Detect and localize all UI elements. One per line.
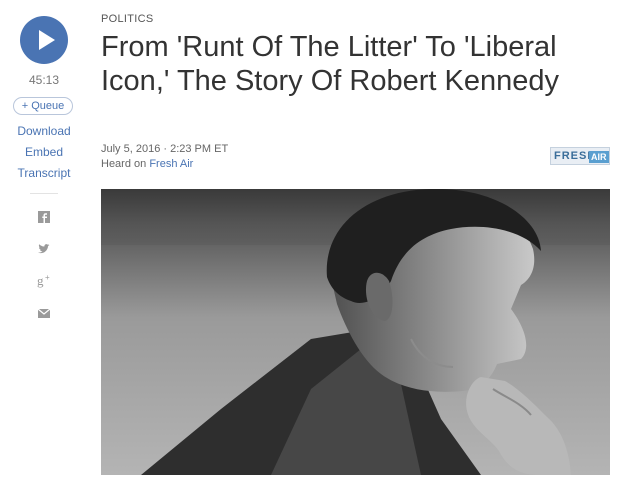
player-rail: 45:13 + Queue Download Embed Transcript …: [0, 0, 88, 481]
duration-label: 45:13: [28, 73, 60, 87]
article-photo: [101, 189, 610, 475]
facebook-icon[interactable]: [36, 209, 52, 225]
article-date: July 5, 2016 · 2:23 PM ET: [101, 143, 229, 155]
svg-text:g: g: [37, 273, 44, 288]
robert-kennedy-portrait: [101, 189, 610, 475]
transcript-link[interactable]: Transcript: [0, 166, 88, 180]
show-link[interactable]: Fresh Air: [149, 158, 193, 170]
logo-word-air: AIR: [589, 151, 609, 163]
embed-link[interactable]: Embed: [0, 145, 88, 159]
heard-on-line: Heard on Fresh Air: [101, 158, 193, 170]
section-slug[interactable]: POLITICS: [101, 13, 154, 25]
heard-on-prefix: Heard on: [101, 158, 147, 170]
twitter-icon[interactable]: [36, 241, 52, 257]
download-link[interactable]: Download: [0, 124, 88, 138]
google-plus-icon[interactable]: g +: [36, 272, 52, 288]
email-icon[interactable]: [36, 305, 52, 321]
fresh-air-logo[interactable]: FRESH AIR: [550, 147, 610, 165]
article-headline: From 'Runt Of The Litter' To 'Liberal Ic…: [101, 31, 559, 97]
play-icon: [39, 30, 55, 50]
play-button[interactable]: [20, 16, 68, 64]
svg-text:+: +: [45, 273, 50, 282]
rail-divider: [30, 193, 58, 194]
queue-button[interactable]: + Queue: [13, 97, 73, 115]
